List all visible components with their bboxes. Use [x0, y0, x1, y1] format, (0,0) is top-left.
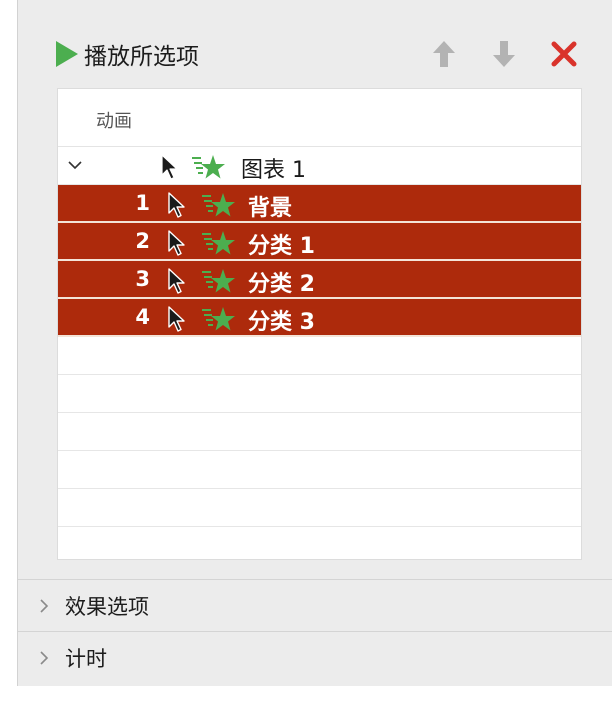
arrow-down-icon [493, 41, 515, 67]
play-selected-label: 播放所选项 [84, 44, 199, 70]
animation-order-number: 4 [135, 305, 150, 329]
effect-star-icon [202, 193, 235, 217]
effect-star-icon [202, 269, 235, 293]
empty-list-row [58, 451, 581, 489]
animation-list: 动画 图表 1 1 背景 2 分类 1 3 分类 2 4 分类 3 [57, 88, 582, 560]
move-up-button[interactable] [428, 38, 460, 70]
mouse-click-icon [168, 192, 185, 218]
play-selected-button[interactable]: 播放所选项 [56, 38, 199, 70]
animation-pane: 播放所选项 动画 图表 1 1 背景 2 分类 1 3 分类 2 4 分类 3 … [17, 0, 612, 686]
chevron-right-icon [40, 651, 49, 665]
animation-order-number: 3 [135, 267, 150, 291]
animation-group-row[interactable]: 图表 1 [58, 147, 581, 185]
arrow-up-icon [433, 41, 455, 67]
animation-item-row[interactable]: 3 分类 2 [58, 261, 581, 299]
empty-list-row [58, 337, 581, 375]
effect-star-icon [202, 307, 235, 331]
effect-star-icon [202, 231, 235, 255]
effect-options-section[interactable]: 效果选项 [18, 579, 612, 630]
mouse-click-icon [168, 268, 185, 294]
delete-button[interactable] [548, 38, 580, 70]
animation-item-row[interactable]: 1 背景 [58, 185, 581, 223]
animation-item-label: 分类 2 [248, 272, 315, 297]
animation-group-label: 图表 1 [241, 158, 306, 183]
mouse-click-icon [161, 154, 178, 180]
effect-options-label: 效果选项 [65, 595, 149, 619]
animation-item-row[interactable]: 2 分类 1 [58, 223, 581, 261]
empty-list-row [58, 413, 581, 451]
chevron-right-icon [40, 599, 49, 613]
animation-order-number: 2 [135, 229, 150, 253]
animation-list-header-label: 动画 [96, 111, 132, 132]
move-down-button[interactable] [488, 38, 520, 70]
animation-item-label: 背景 [248, 196, 293, 221]
empty-list-row [58, 375, 581, 413]
effect-star-icon [192, 155, 225, 179]
animation-toolbar: 播放所选项 [18, 34, 612, 74]
animation-list-header: 动画 [58, 89, 581, 147]
chevron-down-icon[interactable] [66, 156, 84, 174]
animation-order-number: 1 [135, 191, 150, 215]
mouse-click-icon [168, 306, 185, 332]
mouse-click-icon [168, 230, 185, 256]
timing-section[interactable]: 计时 [18, 631, 612, 682]
close-icon [551, 41, 577, 67]
play-icon [56, 41, 78, 67]
animation-item-row[interactable]: 4 分类 3 [58, 299, 581, 337]
animation-item-label: 分类 3 [248, 310, 315, 335]
empty-list-row [58, 489, 581, 527]
timing-label: 计时 [65, 647, 107, 671]
empty-list-row [58, 527, 581, 559]
animation-item-label: 分类 1 [248, 234, 315, 259]
